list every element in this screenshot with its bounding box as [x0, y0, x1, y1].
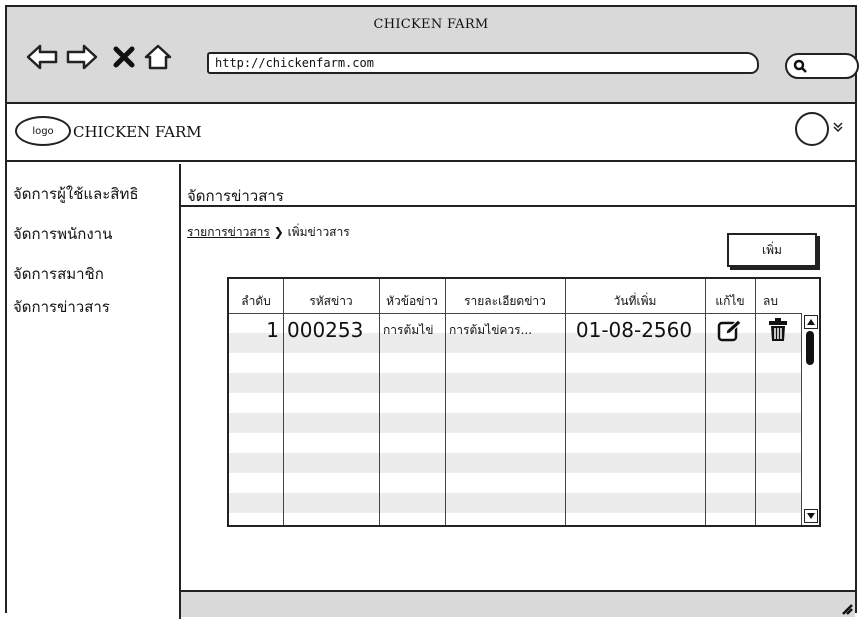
user-avatar-icon[interactable] — [795, 112, 829, 146]
delete-button[interactable] — [755, 315, 801, 345]
table-stripe — [229, 373, 801, 393]
table-scrollbar[interactable] — [801, 313, 819, 525]
column-divider — [283, 279, 284, 525]
app-name: CHICKEN FARM — [73, 123, 202, 141]
home-icon — [144, 44, 172, 70]
column-header-news-id[interactable]: รหัสข่าว — [283, 279, 379, 313]
cell-headline: การต้มไข่ — [383, 322, 434, 337]
window-title: CHICKEN FARM — [373, 17, 489, 32]
cell-date-added: 01-08-2560 — [575, 318, 693, 342]
cell-news-id: 000253 — [287, 318, 364, 342]
sidebar: จัดการผู้ใช้และสิทธิ จัดการพนักงาน จัดกา… — [7, 164, 181, 619]
sidebar-item-employees[interactable]: จัดการพนักงาน — [13, 222, 112, 246]
table-stripe — [229, 493, 801, 513]
app-header: logo CHICKEN FARM — [7, 104, 855, 162]
edit-icon — [717, 319, 742, 342]
scrollbar-thumb[interactable] — [806, 331, 814, 365]
browser-chrome: CHICKEN FARM http://chickenfarm.com — [7, 7, 859, 104]
scroll-down-icon[interactable] — [804, 509, 818, 523]
back-arrow-icon — [26, 44, 58, 70]
breadcrumb-current: เพิ่มข่าวสาร — [287, 225, 350, 239]
breadcrumb-separator-icon: ❯ — [273, 225, 284, 239]
sidebar-item-news[interactable]: จัดการข่าวสาร — [13, 295, 110, 319]
browser-search-button[interactable] — [785, 53, 859, 79]
close-x-icon — [113, 46, 135, 68]
logo: logo — [15, 116, 71, 146]
column-header-headline[interactable]: หัวข้อข่าว — [379, 279, 445, 313]
title-divider — [181, 205, 855, 207]
scroll-up-icon[interactable] — [804, 315, 818, 329]
column-header-order[interactable]: ลำดับ — [229, 279, 283, 313]
stop-button[interactable] — [107, 41, 141, 73]
table-header: ลำดับ รหัสข่าว หัวข้อข่าว รายละเอียดข่าว… — [229, 279, 819, 314]
cell-order: 1 — [266, 318, 279, 342]
sidebar-item-members[interactable]: จัดการสมาชิก — [13, 262, 104, 286]
table-stripe — [229, 413, 801, 433]
column-header-detail[interactable]: รายละเอียดข่าว — [445, 279, 565, 313]
home-button[interactable] — [141, 41, 175, 73]
column-header-edit[interactable]: แก้ไข — [705, 279, 755, 313]
column-divider — [379, 279, 380, 525]
add-news-button[interactable]: เพิ่ม — [727, 233, 817, 267]
double-chevron-down-icon[interactable] — [833, 121, 843, 136]
column-header-date-added[interactable]: วันที่เพิ่ม — [565, 279, 705, 313]
column-header-delete[interactable]: ลบ — [755, 279, 801, 313]
url-input[interactable]: http://chickenfarm.com — [207, 52, 759, 74]
search-icon — [793, 59, 807, 73]
forward-button[interactable] — [65, 41, 99, 73]
forward-arrow-icon — [66, 44, 98, 70]
cell-detail: การต้มไข่ควร... — [449, 322, 533, 337]
edit-button[interactable] — [705, 315, 755, 345]
news-table: ลำดับ รหัสข่าว หัวข้อข่าว รายละเอียดข่าว… — [227, 277, 821, 527]
breadcrumb-news-list-link[interactable]: รายการข่าวสาร — [187, 225, 270, 239]
sidebar-item-users-permissions[interactable]: จัดการผู้ใช้และสิทธิ — [13, 182, 139, 206]
trash-icon — [769, 318, 787, 341]
back-button[interactable] — [25, 41, 59, 73]
column-divider — [445, 279, 446, 525]
app-window: CHICKEN FARM http://chickenfarm.com logo… — [5, 5, 859, 619]
table-stripe — [229, 453, 801, 473]
breadcrumb: รายการข่าวสาร ❯ เพิ่มข่าวสาร — [187, 223, 350, 242]
